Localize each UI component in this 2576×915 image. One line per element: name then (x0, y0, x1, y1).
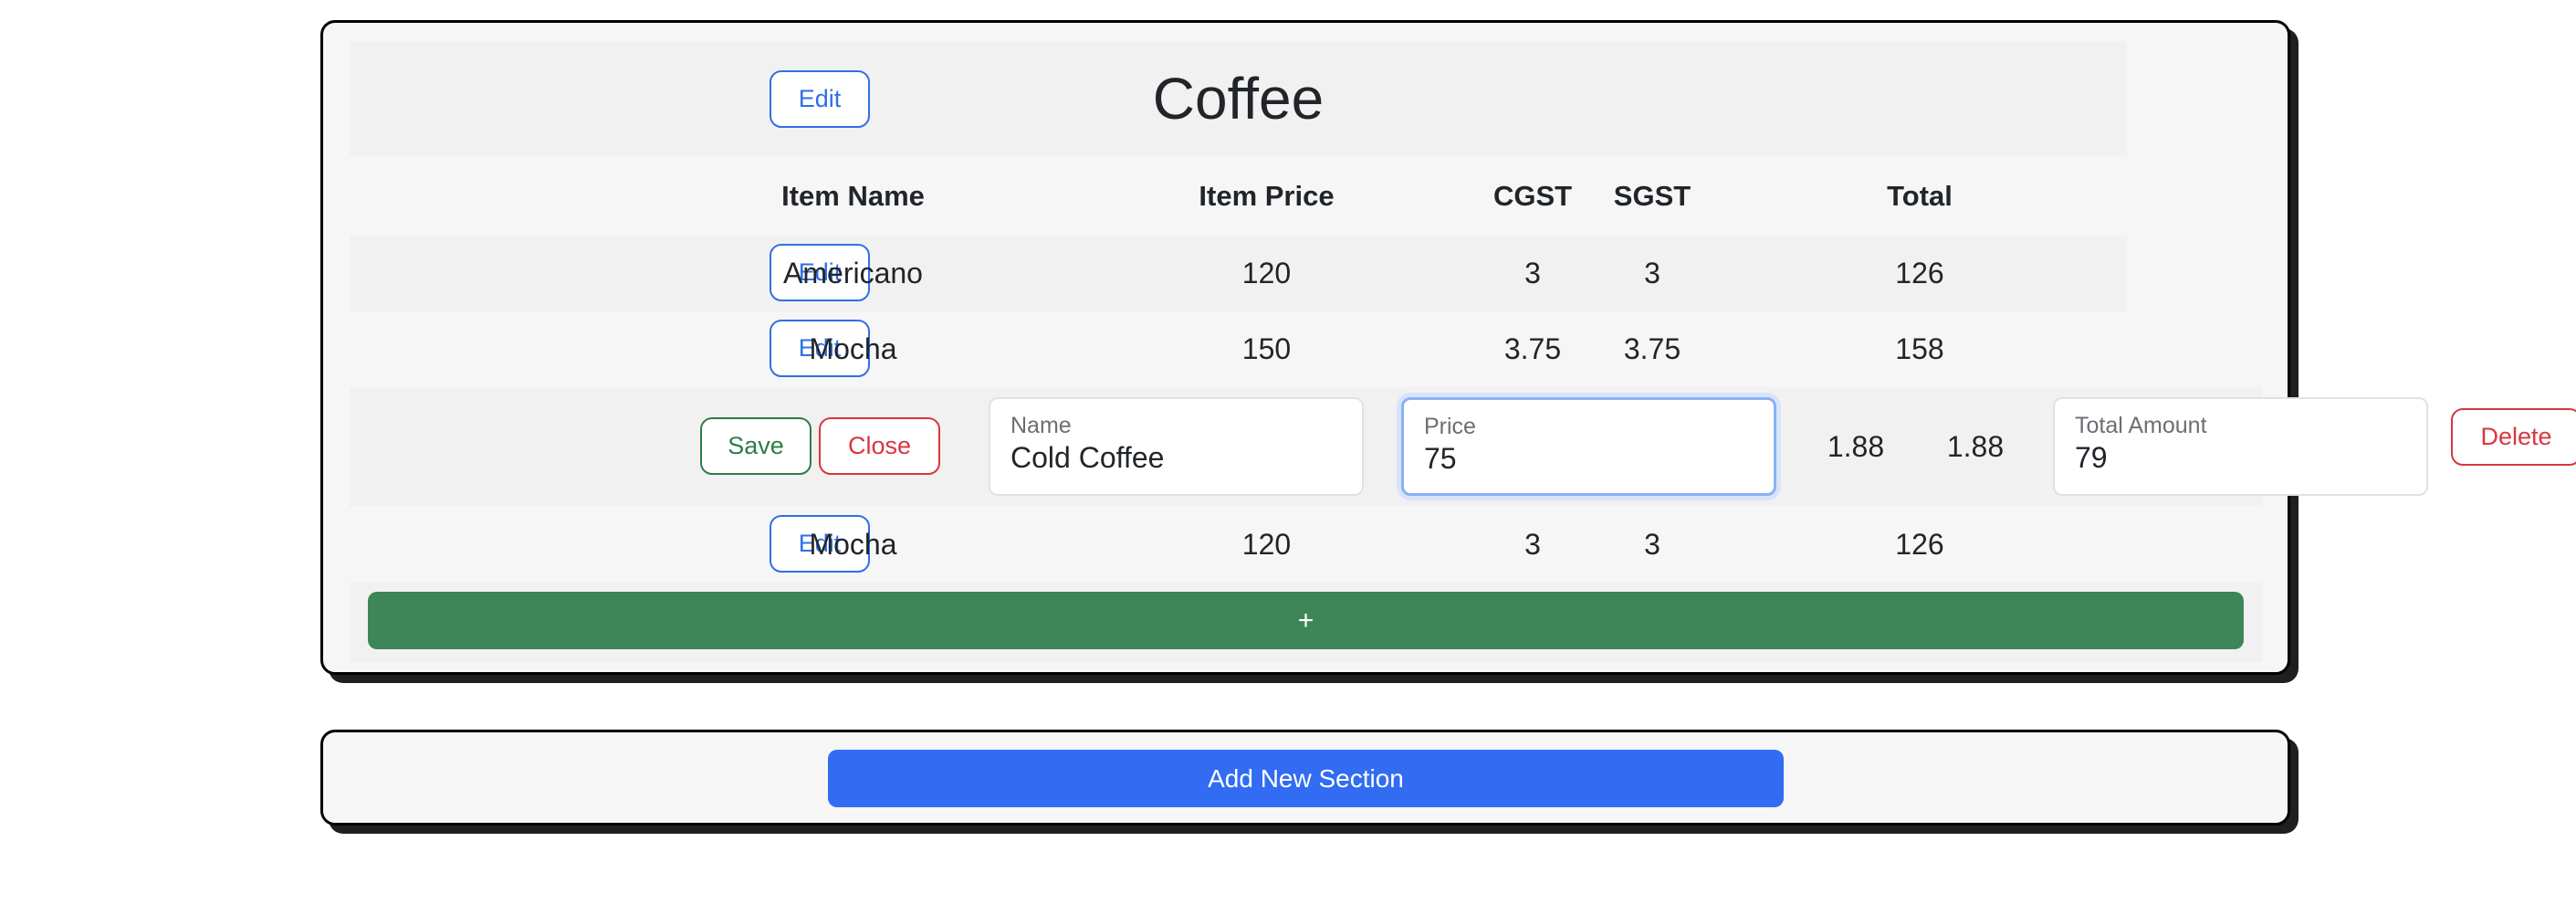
item-price: 120 (1241, 257, 1292, 289)
item-price: 150 (1241, 332, 1292, 365)
item-name: Mocha (809, 528, 897, 561)
item-price: 120 (1241, 528, 1292, 561)
add-new-section-button[interactable]: Add New Section (828, 750, 1784, 807)
table-row: Edit Mocha 120 3 3 126 (350, 507, 2127, 583)
table-row: Edit Mocha 150 3.75 3.75 158 (350, 311, 2127, 387)
item-sgst: 3 (1644, 528, 1660, 561)
header-cgst: CGST (1492, 179, 1573, 212)
total-amount-field[interactable]: Total Amount (2053, 397, 2428, 496)
edit-section-title-button[interactable]: Edit (770, 70, 870, 128)
item-cgst: 1.88 (1827, 430, 1885, 463)
save-button[interactable]: Save (700, 417, 812, 475)
close-button[interactable]: Close (819, 417, 940, 475)
section-card: Coffee Edit Item Name Item Price CGST SG… (320, 20, 2576, 675)
header-item-name: Item Name (781, 179, 925, 212)
add-item-button[interactable]: + (368, 592, 2244, 649)
item-cgst: 3 (1524, 257, 1541, 289)
item-total: 126 (1895, 257, 1944, 289)
price-input[interactable] (1424, 442, 1739, 476)
name-input[interactable] (1011, 441, 1327, 475)
table-row: Edit Americano 120 3 3 126 (350, 236, 2127, 311)
item-total: 158 (1895, 332, 1944, 365)
item-sgst: 3.75 (1623, 332, 1681, 365)
item-cgst: 3 (1524, 528, 1541, 561)
total-amount-input[interactable] (2075, 441, 2392, 475)
add-section-card: Add New Section (320, 730, 2290, 826)
item-name: Americano (783, 257, 923, 289)
header-sgst: SGST (1613, 179, 1691, 212)
item-name: Mocha (809, 332, 897, 365)
name-field-label: Name (1011, 413, 1072, 438)
section-title-row: Coffee Edit (350, 41, 2127, 156)
table-header-row: Item Name Item Price CGST SGST Total (350, 156, 2127, 236)
table-row-editing: Save Close Name Price 1.88 1.88 Total Am… (350, 387, 2576, 507)
name-field[interactable]: Name (989, 397, 1364, 496)
price-field[interactable]: Price (1401, 397, 1776, 496)
delete-button[interactable]: Delete (2451, 408, 2576, 466)
header-item-price: Item Price (1199, 179, 1335, 212)
item-total: 126 (1895, 528, 1944, 561)
add-item-row: + (350, 583, 2262, 662)
header-total: Total (1887, 179, 1953, 212)
item-sgst: 3 (1644, 257, 1660, 289)
total-amount-field-label: Total Amount (2075, 413, 2207, 438)
section-title: Coffee (1152, 66, 1325, 131)
price-field-label: Price (1424, 414, 1476, 439)
item-cgst: 3.75 (1503, 332, 1562, 365)
item-sgst: 1.88 (1946, 430, 2005, 463)
